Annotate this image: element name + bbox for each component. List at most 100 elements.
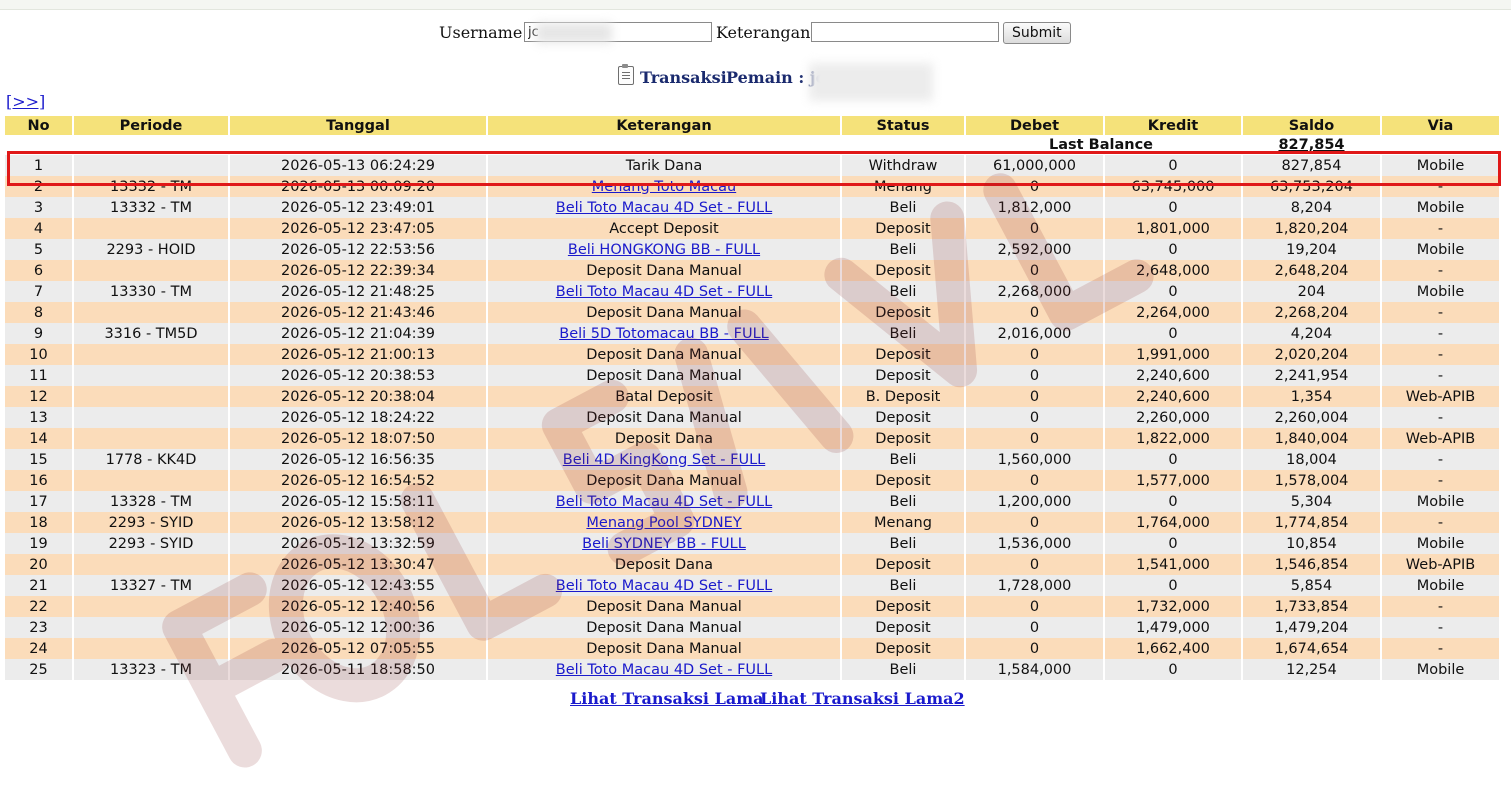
cell-saldo: 1,733,854	[1242, 596, 1382, 617]
table-row: 3 13332 - TM 2026-05-12 23:49:01 Beli Toto …	[5, 197, 1501, 218]
cell-no: 22	[5, 596, 74, 617]
cell-via: Mobile	[1381, 155, 1501, 176]
cell-kredit: 1,801,000	[1104, 218, 1243, 239]
cell-debet: 2,268,000	[965, 281, 1105, 302]
cell-status: Beli	[841, 659, 966, 680]
table-row: 13 2026-05-12 18:24:22 Deposit Dana Manual…	[5, 407, 1501, 428]
table-row: 6 2026-05-12 22:39:34 Deposit Dana Manual D…	[5, 260, 1501, 281]
cell-via: Web-APIB	[1381, 428, 1501, 449]
cell-keterangan: Deposit Dana	[487, 428, 842, 449]
cell-kredit: 0	[1104, 197, 1243, 218]
cell-keterangan: Deposit Dana Manual	[487, 638, 842, 659]
cell-keterangan: Beli Toto Macau 4D Set - FULL	[487, 197, 842, 218]
cell-via: Mobile	[1381, 659, 1501, 680]
cell-status: Deposit	[841, 470, 966, 491]
submit-button[interactable]: Submit	[1003, 22, 1071, 44]
cell-periode	[73, 470, 230, 491]
table-row: 8 2026-05-12 21:43:46 Deposit Dana Manual D…	[5, 302, 1501, 323]
cell-tanggal: 2026-05-13 06:24:29	[229, 155, 488, 176]
cell-debet: 0	[965, 554, 1105, 575]
description-link[interactable]: Beli 5D Totomacau BB - FULL	[559, 326, 768, 342]
cell-debet: 0	[965, 365, 1105, 386]
cell-via: -	[1381, 407, 1501, 428]
cell-via: -	[1381, 470, 1501, 491]
description-link[interactable]: Menang Pool SYDNEY	[586, 515, 741, 531]
cell-periode: 13327 - TM	[73, 575, 230, 596]
next-page-link[interactable]: [>>]	[6, 92, 45, 111]
cell-kredit: 1,732,000	[1104, 596, 1243, 617]
cell-debet: 0	[965, 302, 1105, 323]
table-row: 10 2026-05-12 21:00:13 Deposit Dana Manual…	[5, 344, 1501, 365]
cell-debet: 0	[965, 470, 1105, 491]
cell-no: 10	[5, 344, 74, 365]
table-row: 1 2026-05-13 06:24:29 Tarik Dana Withdraw 61…	[5, 155, 1501, 176]
cell-periode	[73, 260, 230, 281]
cell-tanggal: 2026-05-12 20:38:04	[229, 386, 488, 407]
cell-saldo: 204	[1242, 281, 1382, 302]
old-transactions-link-2[interactable]: Lihat Transaksi Lama2	[760, 689, 965, 708]
table-row: 21 13327 - TM 2026-05-12 12:43:55 Beli Toto…	[5, 575, 1501, 596]
cell-kredit: 0	[1104, 155, 1243, 176]
description-link[interactable]: Beli Toto Macau 4D Set - FULL	[556, 578, 772, 594]
cell-via: -	[1381, 344, 1501, 365]
cell-saldo: 4,204	[1242, 323, 1382, 344]
cell-keterangan: Beli Toto Macau 4D Set - FULL	[487, 659, 842, 680]
cell-saldo: 5,304	[1242, 491, 1382, 512]
header-via: Via	[1381, 116, 1501, 135]
cell-tanggal: 2026-05-12 22:53:56	[229, 239, 488, 260]
cell-via: Mobile	[1381, 239, 1501, 260]
cell-keterangan: Beli SYDNEY BB - FULL	[487, 533, 842, 554]
cell-no: 17	[5, 491, 74, 512]
last-balance-value[interactable]: 827,854	[1242, 135, 1382, 155]
transactions-table: No Periode Tanggal Keterangan Status Deb…	[5, 116, 1501, 680]
description-link[interactable]: Beli SYDNEY BB - FULL	[582, 536, 746, 552]
cell-keterangan: Tarik Dana	[487, 155, 842, 176]
cell-debet: 1,812,000	[965, 197, 1105, 218]
cell-no: 1	[5, 155, 74, 176]
cell-keterangan: Deposit Dana Manual	[487, 407, 842, 428]
description-link[interactable]: Beli Toto Macau 4D Set - FULL	[556, 494, 772, 510]
cell-debet: 0	[965, 218, 1105, 239]
description-link[interactable]: Beli 4D KingKong Set - FULL	[563, 452, 766, 468]
cell-keterangan: Accept Deposit	[487, 218, 842, 239]
cell-debet: 0	[965, 428, 1105, 449]
description-link[interactable]: Beli Toto Macau 4D Set - FULL	[556, 662, 772, 678]
cell-via: -	[1381, 260, 1501, 281]
cell-saldo: 1,774,854	[1242, 512, 1382, 533]
cell-periode	[73, 365, 230, 386]
cell-saldo: 1,546,854	[1242, 554, 1382, 575]
description-link[interactable]: Beli Toto Macau 4D Set - FULL	[556, 200, 772, 216]
old-transactions-link[interactable]: Lihat Transaksi Lama	[570, 689, 764, 708]
cell-debet: 61,000,000	[965, 155, 1105, 176]
cell-keterangan: Deposit Dana Manual	[487, 302, 842, 323]
cell-saldo: 2,268,204	[1242, 302, 1382, 323]
cell-no: 3	[5, 197, 74, 218]
cell-status: Deposit	[841, 302, 966, 323]
cell-tanggal: 2026-05-12 12:40:56	[229, 596, 488, 617]
cell-periode: 13330 - TM	[73, 281, 230, 302]
cell-via: Mobile	[1381, 575, 1501, 596]
header-tanggal: Tanggal	[229, 116, 488, 135]
cell-tanggal: 2026-05-12 21:00:13	[229, 344, 488, 365]
table-row: 23 2026-05-12 12:00:36 Deposit Dana Manual…	[5, 617, 1501, 638]
cell-status: Deposit	[841, 617, 966, 638]
table-row: 15 1778 - KK4D 2026-05-12 16:56:35 Beli 4D …	[5, 449, 1501, 470]
cell-keterangan: Beli HONGKONG BB - FULL	[487, 239, 842, 260]
cell-debet: 1,200,000	[965, 491, 1105, 512]
cell-via: -	[1381, 512, 1501, 533]
description-link[interactable]: Menang Toto Macau	[592, 179, 736, 195]
cell-keterangan: Deposit Dana Manual	[487, 470, 842, 491]
cell-periode: 13332 - TM	[73, 176, 230, 197]
cell-kredit: 0	[1104, 533, 1243, 554]
table-row: 18 2293 - SYID 2026-05-12 13:58:12 Menang P…	[5, 512, 1501, 533]
cell-kredit: 2,264,000	[1104, 302, 1243, 323]
cell-via: Mobile	[1381, 491, 1501, 512]
cell-debet: 0	[965, 596, 1105, 617]
cell-periode	[73, 407, 230, 428]
keterangan-input[interactable]	[811, 22, 999, 42]
cell-kredit: 0	[1104, 491, 1243, 512]
description-link[interactable]: Beli HONGKONG BB - FULL	[568, 242, 760, 258]
description-link[interactable]: Beli Toto Macau 4D Set - FULL	[556, 284, 772, 300]
cell-no: 11	[5, 365, 74, 386]
cell-via: -	[1381, 302, 1501, 323]
